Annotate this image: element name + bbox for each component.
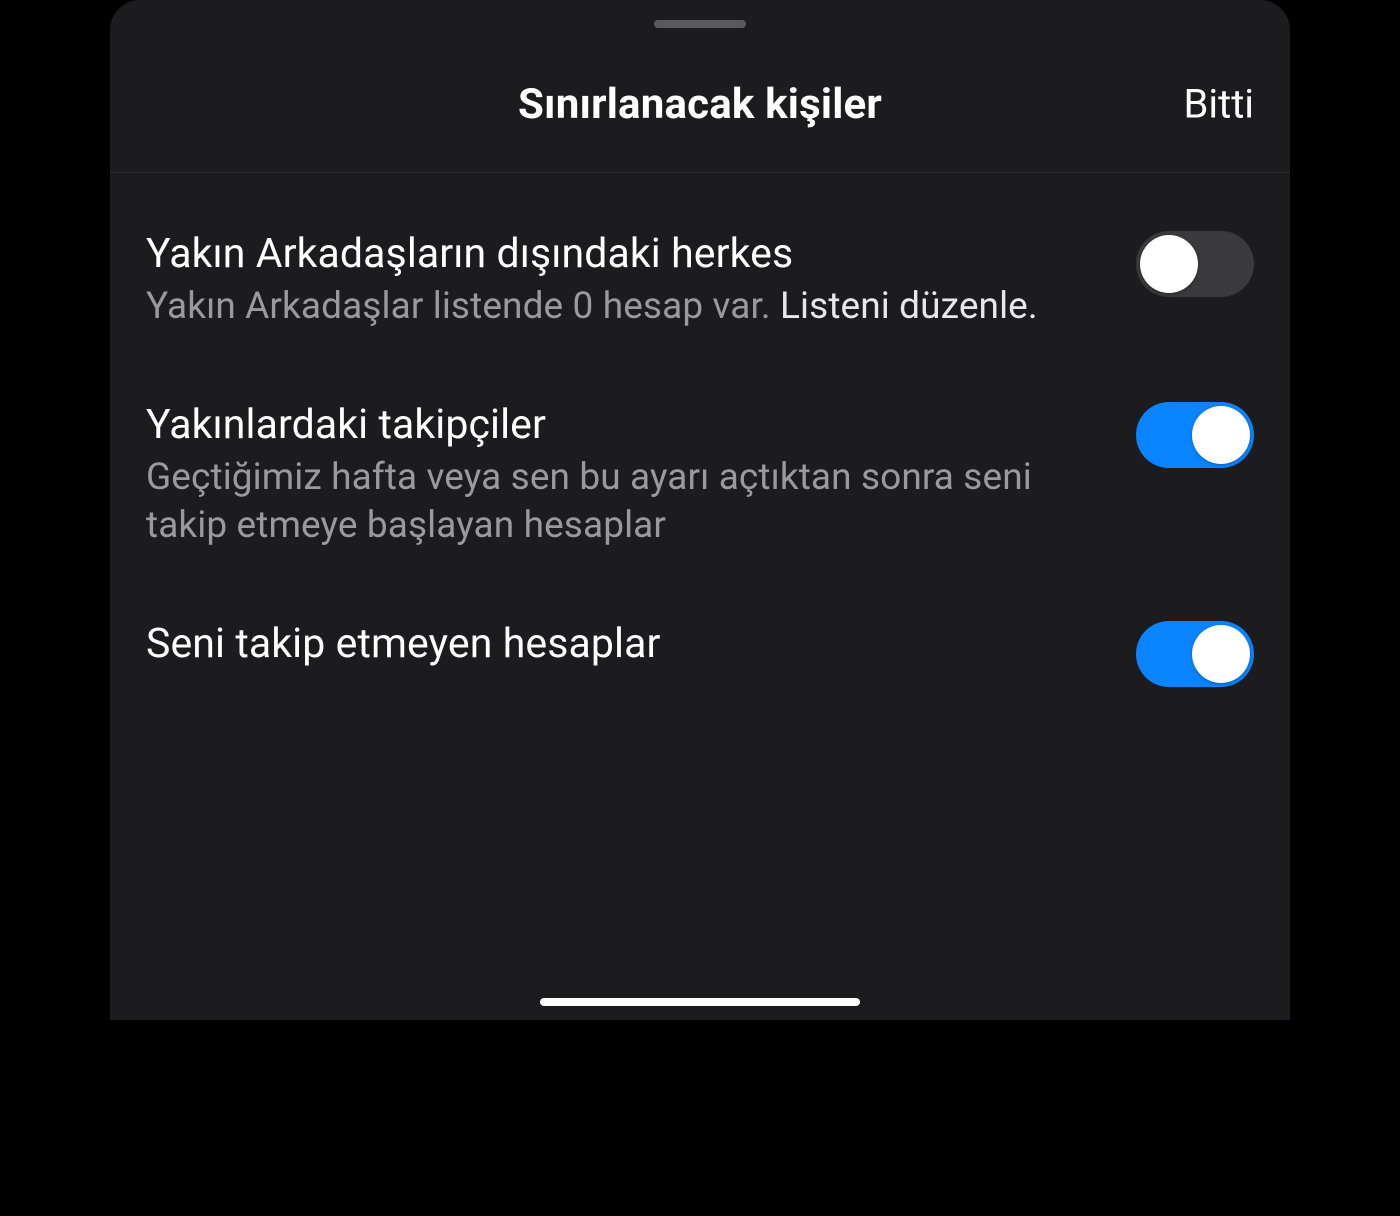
sheet-header: Sınırlanacak kişiler Bitti (110, 76, 1290, 132)
toggle-knob (1192, 625, 1250, 683)
toggle-knob (1192, 406, 1250, 464)
toggle-non-followers[interactable] (1136, 621, 1254, 687)
setting-desc-text: Yakın Arkadaşlar listende 0 hesap var. (146, 285, 780, 328)
setting-title: Yakın Arkadaşların dışındaki herkes (146, 229, 1108, 279)
settings-list: Yakın Arkadaşların dışındaki herkes Yakı… (110, 173, 1290, 733)
toggle-recent-followers[interactable] (1136, 402, 1254, 468)
setting-description: Geçtiğimiz hafta veya sen bu ayarı açtık… (146, 454, 1108, 549)
toggle-knob (1140, 235, 1198, 293)
home-indicator-area (110, 998, 1290, 1006)
home-indicator[interactable] (540, 998, 860, 1006)
setting-text: Yakınlardaki takipçiler Geçtiğimiz hafta… (146, 400, 1108, 549)
page-title: Sınırlanacak kişiler (518, 80, 882, 129)
setting-row-recent-followers: Yakınlardaki takipçiler Geçtiğimiz hafta… (146, 376, 1254, 595)
setting-desc-text: Geçtiğimiz hafta veya sen bu ayarı açtık… (146, 456, 1032, 546)
setting-title: Seni takip etmeyen hesaplar (146, 619, 1108, 669)
setting-text: Yakın Arkadaşların dışındaki herkes Yakı… (146, 229, 1108, 330)
sheet-grabber[interactable] (654, 20, 746, 28)
setting-row-close-friends: Yakın Arkadaşların dışındaki herkes Yakı… (146, 205, 1254, 376)
edit-list-link[interactable]: Listeni düzenle. (780, 285, 1038, 328)
done-button[interactable]: Bitti (1183, 81, 1254, 128)
setting-row-non-followers: Seni takip etmeyen hesaplar (146, 595, 1254, 733)
toggle-close-friends[interactable] (1136, 231, 1254, 297)
settings-sheet: Sınırlanacak kişiler Bitti Yakın Arkadaş… (110, 0, 1290, 1020)
setting-text: Seni takip etmeyen hesaplar (146, 619, 1108, 669)
setting-title: Yakınlardaki takipçiler (146, 400, 1108, 450)
setting-description: Yakın Arkadaşlar listende 0 hesap var. L… (146, 283, 1108, 330)
